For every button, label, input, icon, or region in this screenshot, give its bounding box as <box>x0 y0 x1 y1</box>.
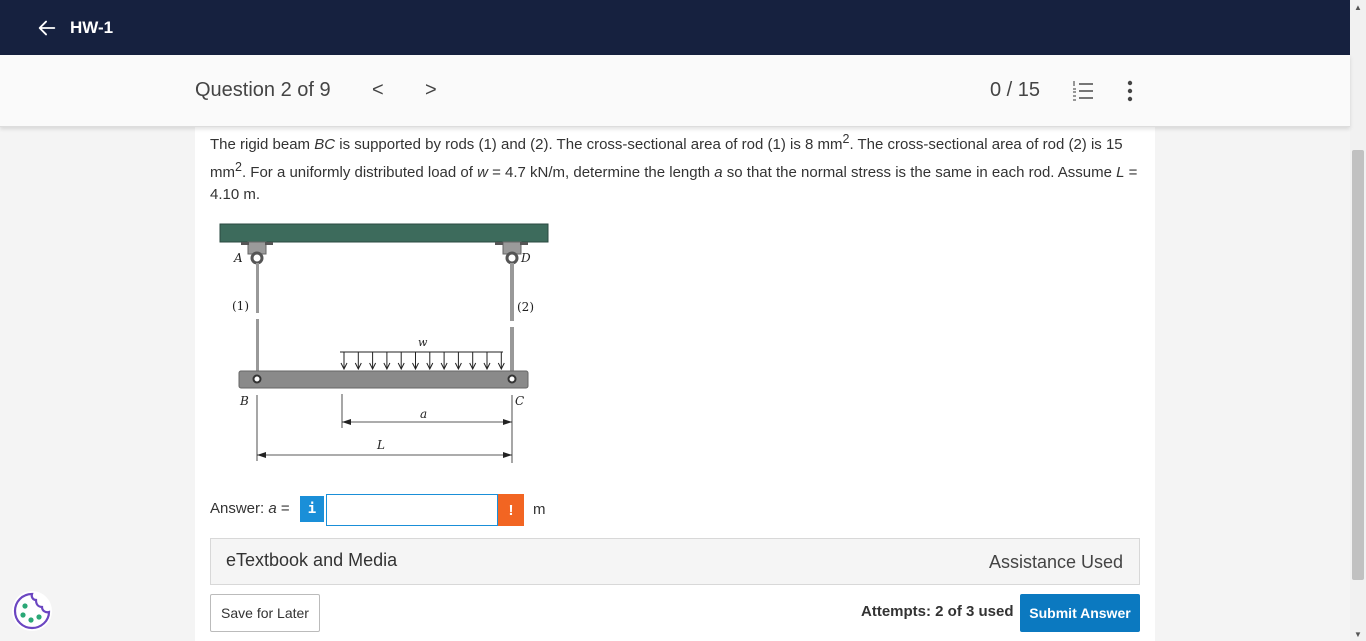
rod-2 <box>510 263 514 373</box>
scroll-up-arrow[interactable]: ▲ <box>1350 0 1366 14</box>
answer-label: Answer: a = <box>210 500 290 517</box>
label-rod-1: (1) <box>232 299 249 313</box>
beam-diagram: A D (1) (2) w B C a L <box>219 223 549 463</box>
question-score: 0 / 15 <box>990 79 1041 101</box>
pin-d <box>505 251 519 265</box>
problem-statement: The rigid beam BC is supported by rods (… <box>210 128 1150 206</box>
info-button[interactable]: i <box>300 496 324 522</box>
var-bc: BC <box>314 136 336 153</box>
problem-text: The rigid beam <box>210 136 315 153</box>
problem-text: . For a uniformly distributed load of <box>241 164 478 181</box>
distributed-load-arrows <box>340 351 505 371</box>
previous-question-button[interactable]: < <box>372 79 384 102</box>
label-w: w <box>418 336 428 349</box>
arrow-left-icon <box>38 20 56 36</box>
submit-answer-button[interactable]: Submit Answer <box>1020 594 1140 632</box>
answer-variable: a <box>268 500 277 517</box>
next-question-button[interactable]: > <box>425 79 437 102</box>
warning-icon[interactable]: ! <box>498 494 524 526</box>
rigid-beam-bc <box>238 370 529 389</box>
cookie-settings-icon[interactable] <box>11 590 53 632</box>
assistance-status: Assistance Used <box>988 552 1123 572</box>
save-for-later-button[interactable]: Save for Later <box>210 594 320 632</box>
question-bar: Question 2 of 9 < > 0 / 15 <box>0 55 1350 127</box>
problem-text: is supported by rods (1) and (2). The cr… <box>335 136 843 153</box>
scrollbar-thumb[interactable] <box>1352 150 1364 580</box>
answer-unit: m <box>533 501 546 518</box>
scroll-down-arrow[interactable]: ▼ <box>1350 627 1366 641</box>
answer-label-text: Answer: <box>210 500 269 517</box>
label-a-point: A <box>233 251 243 265</box>
label-a-dim: a <box>420 407 427 421</box>
pin-a <box>250 251 264 265</box>
label-b-point: B <box>239 394 249 408</box>
fixed-support-beam <box>219 223 549 243</box>
top-bar: HW-1 <box>0 0 1350 55</box>
label-l-dim: L <box>376 438 385 452</box>
etextbook-media-panel[interactable]: eTextbook and Media Assistance Used <box>210 538 1140 585</box>
var-w: w <box>477 164 488 181</box>
etextbook-label: eTextbook and Media <box>226 550 398 570</box>
attempts-counter: Attempts: 2 of 3 used <box>861 603 1014 620</box>
question-counter: Question 2 of 9 <box>195 79 331 101</box>
var-a: a <box>714 164 723 181</box>
answer-input[interactable] <box>326 494 498 526</box>
problem-text: so that the normal stress is the same in… <box>722 164 1117 181</box>
label-c-point: C <box>515 394 524 408</box>
superscript: 2 <box>235 160 242 174</box>
problem-text: = 4.7 kN/m, determine the length <box>487 164 715 181</box>
label-rod-2: (2) <box>517 300 534 314</box>
back-button[interactable]: HW-1 <box>36 14 116 42</box>
assignment-title: HW-1 <box>70 18 114 37</box>
more-vertical-icon[interactable] <box>1126 79 1134 103</box>
pin-c <box>507 374 517 384</box>
answer-label-text: = <box>276 500 290 517</box>
list-icon[interactable] <box>1072 80 1094 102</box>
label-d-point: D <box>520 251 531 265</box>
pin-b <box>252 374 262 384</box>
